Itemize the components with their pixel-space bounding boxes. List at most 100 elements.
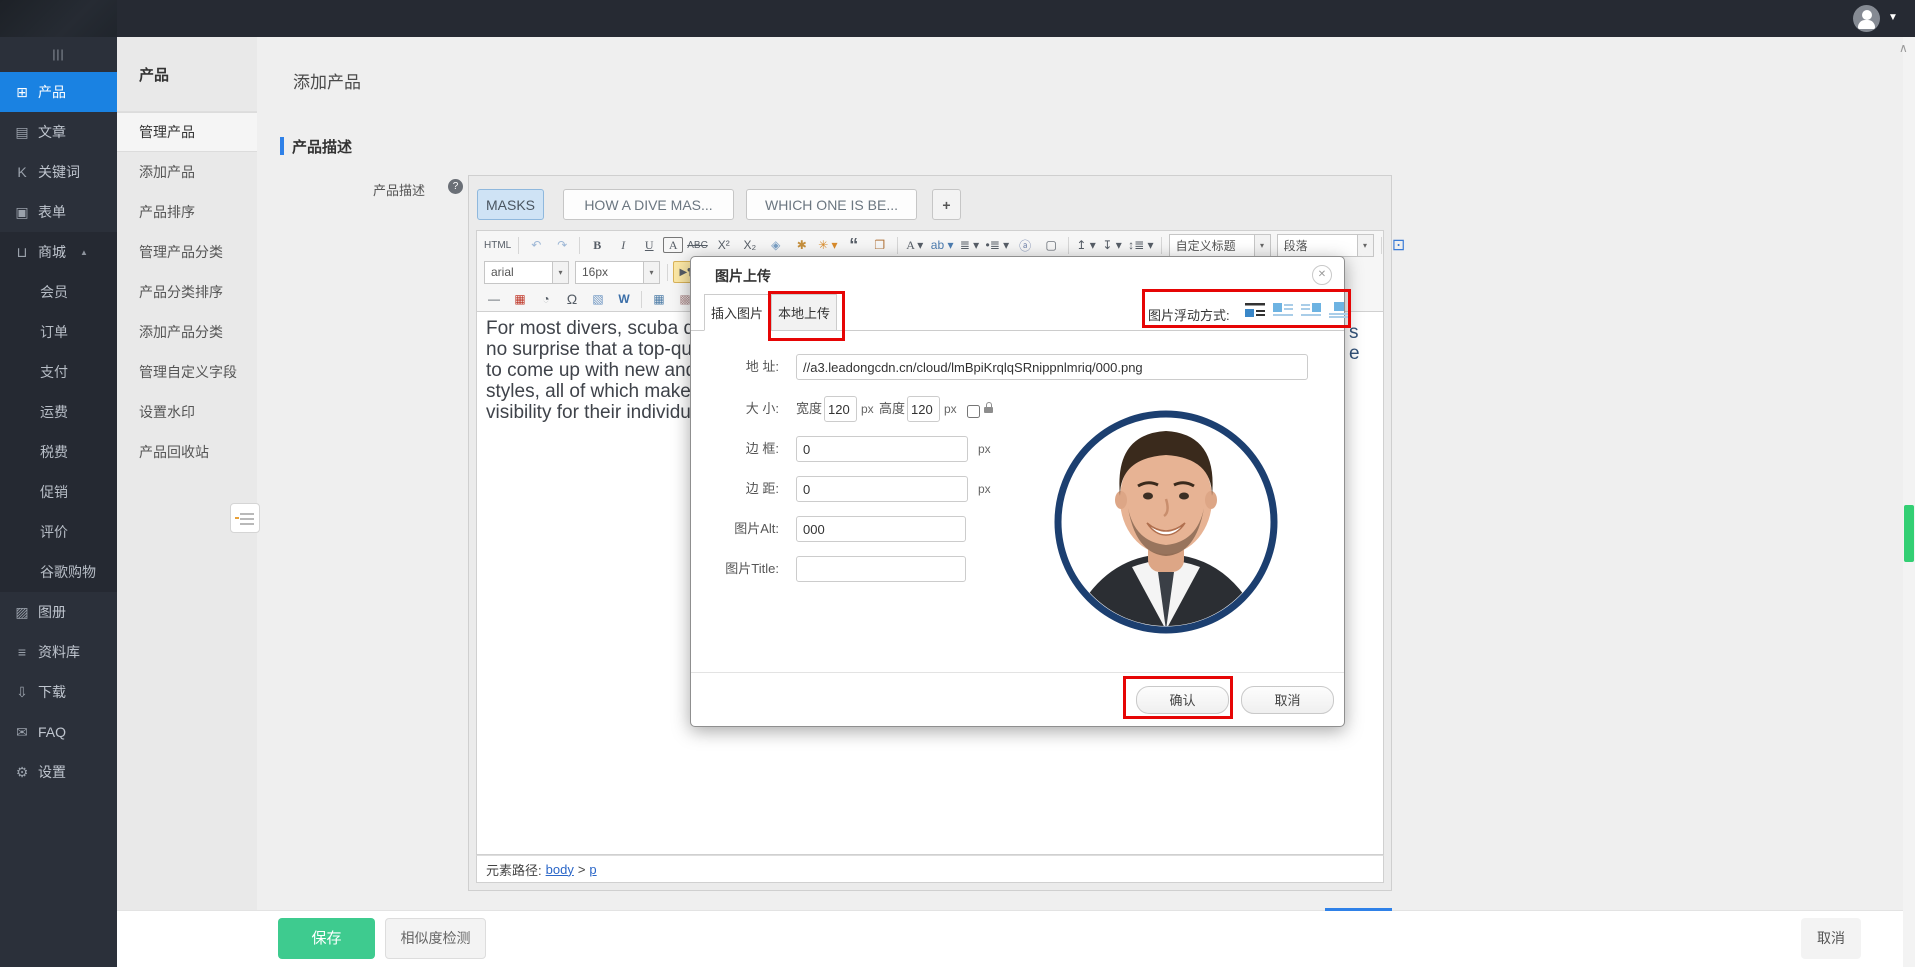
undo-icon[interactable]: ↶ [524, 235, 548, 255]
secondary-item-recycle-bin[interactable]: 产品回收站 [117, 432, 257, 472]
sidebar-item-members[interactable]: 会员 [0, 272, 117, 312]
paragraph-format-select[interactable]: 段落 ▾ [1277, 234, 1374, 257]
blockquote-icon[interactable]: “ [842, 235, 866, 255]
height-input[interactable] [907, 396, 940, 422]
sidebar-item-orders[interactable]: 订单 [0, 312, 117, 352]
float-left-icon[interactable] [1272, 301, 1294, 318]
confirm-button[interactable]: 确认 [1136, 686, 1229, 714]
sidebar-item-articles[interactable]: ▤ 文章 [0, 112, 117, 152]
secondary-item-category-sort[interactable]: 产品分类排序 [117, 272, 257, 312]
editor-tab-which-one[interactable]: WHICH ONE IS BE... [746, 189, 917, 220]
underline-icon[interactable]: U [637, 235, 661, 255]
anchor-icon[interactable]: ⓐ [1013, 235, 1037, 255]
sidebar-item-promotions[interactable]: 促销 [0, 472, 117, 512]
page-cancel-button[interactable]: 取消 [1801, 918, 1861, 959]
element-path-p-link[interactable]: p [589, 862, 596, 877]
editor-tab-how-a-dive[interactable]: HOW A DIVE MAS... [563, 189, 734, 220]
new-page-icon[interactable]: ▢ [1039, 235, 1063, 255]
image-tools-icon[interactable]: ▧ [586, 289, 610, 309]
margin-label: 边 距: [699, 476, 779, 502]
horizontal-rule-icon[interactable]: — [482, 289, 506, 309]
secondary-item-product-sort[interactable]: 产品排序 [117, 192, 257, 232]
paragraph-spacing-bottom-icon[interactable]: ↧ ▾ [1100, 235, 1124, 255]
sidebar-item-payment[interactable]: 支付 [0, 352, 117, 392]
font-color-icon[interactable]: A ▾ [903, 235, 927, 255]
margin-input[interactable] [796, 476, 968, 502]
lock-ratio-checkbox[interactable] [967, 405, 980, 418]
html-source-icon[interactable]: HTML [482, 235, 513, 255]
image-title-input[interactable] [796, 556, 966, 582]
sidebar-item-library[interactable]: ≡ 资料库 [0, 632, 117, 672]
sidebar-item-faq[interactable]: ✉ FAQ [0, 712, 117, 752]
add-tab-button[interactable]: + [932, 189, 961, 220]
sidebar-item-google-shopping[interactable]: 谷歌购物 [0, 552, 117, 592]
secondary-item-watermark[interactable]: 设置水印 [117, 392, 257, 432]
subscript-icon[interactable]: X₂ [738, 235, 762, 255]
address-input[interactable] [796, 354, 1308, 380]
float-center-icon[interactable] [1328, 301, 1350, 318]
avatar-person-icon-body [1858, 20, 1875, 29]
float-right-icon[interactable] [1300, 301, 1322, 318]
ordered-list-icon[interactable]: ≣ ▾ [958, 235, 982, 255]
scrollbar-thumb[interactable] [1904, 505, 1914, 562]
calendar-icon[interactable]: ▦ [508, 289, 532, 309]
unordered-list-icon[interactable]: •≣ ▾ [984, 235, 1012, 255]
font-size-select[interactable]: 16px ▾ [575, 261, 660, 284]
sidebar-collapse-icon[interactable]: ||| [0, 37, 117, 72]
user-avatar[interactable] [1853, 5, 1880, 32]
dialog-cancel-button[interactable]: 取消 [1241, 686, 1334, 714]
sidebar-item-reviews[interactable]: 评价 [0, 512, 117, 552]
word-import-icon[interactable]: W [612, 289, 636, 309]
width-input[interactable] [824, 396, 857, 422]
sidebar-item-settings[interactable]: ⚙ 设置 [0, 752, 117, 792]
clock-icon[interactable]: ◔ [534, 289, 558, 309]
border-input[interactable] [796, 436, 968, 462]
insert-table-icon[interactable]: ▦ [647, 289, 671, 309]
secondary-item-add-category[interactable]: 添加产品分类 [117, 312, 257, 352]
float-default-icon[interactable] [1244, 301, 1266, 318]
page-scrollbar[interactable] [1903, 37, 1915, 967]
sidebar-item-forms[interactable]: ▣ 表单 [0, 192, 117, 232]
paste-icon[interactable]: ❐ [868, 235, 892, 255]
scroll-top-chevron-icon[interactable]: ∧ [1899, 41, 1908, 55]
italic-icon[interactable]: I [611, 235, 635, 255]
dialog-tab-local-upload[interactable]: 本地上传 [771, 294, 837, 331]
eraser-icon[interactable]: ◈ [764, 235, 788, 255]
secondary-item-manage-products[interactable]: 管理产品 [117, 112, 257, 152]
bold-icon[interactable]: B [585, 235, 609, 255]
bordered-text-icon[interactable]: A [663, 237, 683, 253]
line-height-icon[interactable]: ↕≣ ▾ [1126, 235, 1155, 255]
paragraph-spacing-top-icon[interactable]: ↥ ▾ [1074, 235, 1098, 255]
help-icon[interactable]: ? [448, 179, 463, 194]
save-button[interactable]: 保存 [278, 918, 375, 959]
avatar-dropdown-caret-icon[interactable]: ▼ [1888, 13, 1898, 23]
sidebar-item-keywords[interactable]: K 关键词 [0, 152, 117, 192]
format-brush-icon[interactable]: ✱ [790, 235, 814, 255]
image-alt-input[interactable] [796, 516, 966, 542]
strikethrough-icon[interactable]: ABC [685, 235, 710, 255]
redo-icon[interactable]: ↷ [550, 235, 574, 255]
superscript-icon[interactable]: X² [712, 235, 736, 255]
sidebar-item-shipping[interactable]: 运费 [0, 392, 117, 432]
secondary-item-manage-categories[interactable]: 管理产品分类 [117, 232, 257, 272]
dialog-tab-insert-image[interactable]: 插入图片 [704, 294, 770, 331]
special-char-icon[interactable]: Ω [560, 289, 584, 309]
similarity-check-button[interactable]: 相似度检测 [385, 918, 486, 959]
page-title: 添加产品 [293, 68, 361, 93]
autotypeset-icon[interactable]: ✳ ▾ [816, 235, 840, 255]
fullscreen-icon[interactable]: ⊡ [1387, 235, 1411, 255]
sidebar-item-mall[interactable]: ⊔ 商城 ▲ [0, 232, 117, 272]
secondary-item-custom-fields[interactable]: 管理自定义字段 [117, 352, 257, 392]
heading-style-select[interactable]: 自定义标题 ▾ [1169, 234, 1271, 257]
sidebar-item-tax[interactable]: 税费 [0, 432, 117, 472]
sidebar-item-downloads[interactable]: ⇩ 下载 [0, 672, 117, 712]
sidebar-item-gallery[interactable]: ▨ 图册 [0, 592, 117, 632]
highlight-icon[interactable]: ab ▾ [929, 235, 956, 255]
font-family-select[interactable]: arial ▾ [484, 261, 569, 284]
close-icon[interactable]: ✕ [1312, 265, 1332, 285]
element-path-body-link[interactable]: body [546, 862, 574, 877]
panel-toggle-button[interactable] [230, 503, 260, 533]
secondary-item-add-product[interactable]: 添加产品 [117, 152, 257, 192]
sidebar-item-products[interactable]: ⊞ 产品 [0, 72, 117, 112]
editor-tab-masks[interactable]: MASKS [477, 189, 544, 220]
